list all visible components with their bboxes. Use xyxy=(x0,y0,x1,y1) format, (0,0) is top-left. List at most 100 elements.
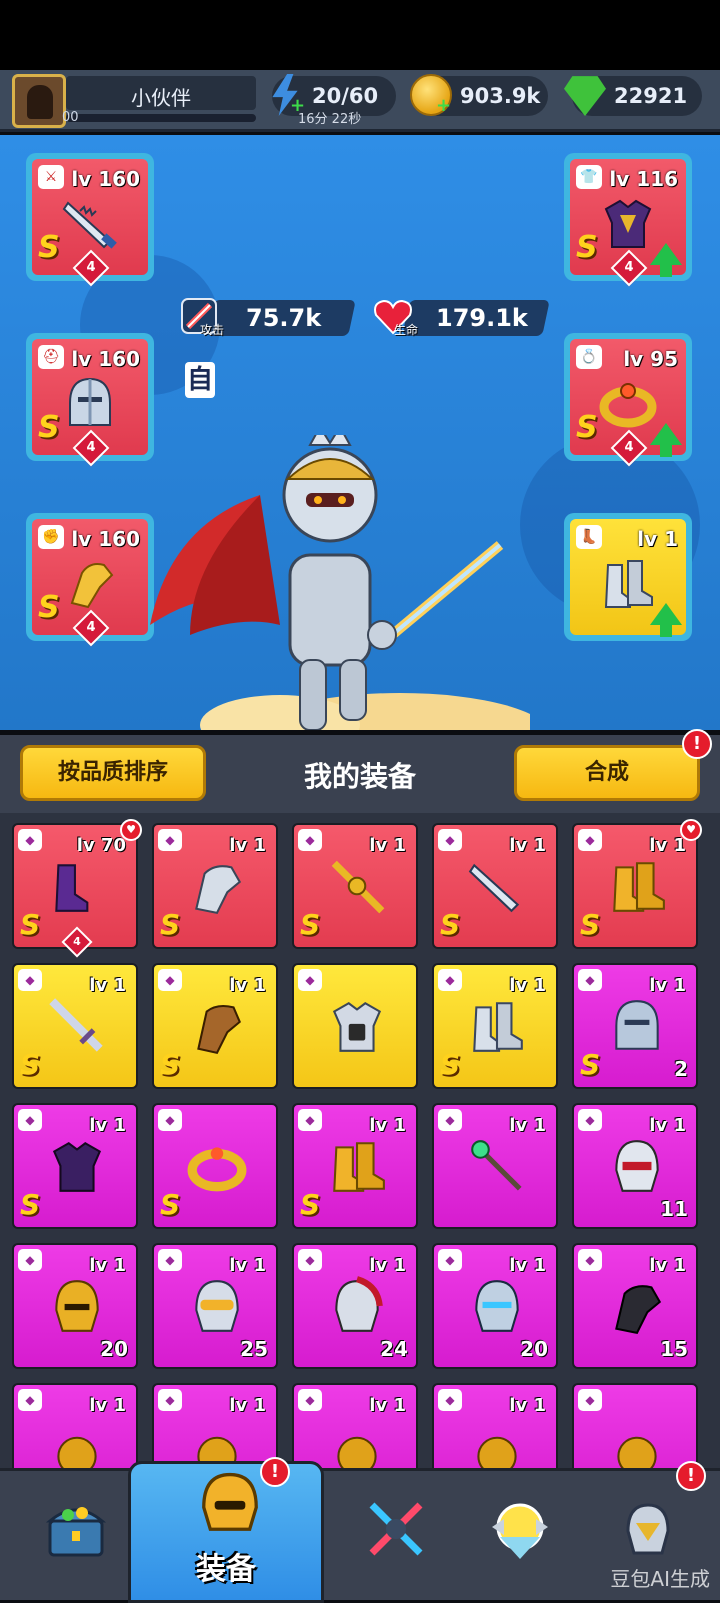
gem-icon xyxy=(564,76,606,116)
inventory-item-golden-boots[interactable]: ◆ lv 1 S ♥ xyxy=(572,819,702,949)
grade-badge: S xyxy=(20,1188,41,1221)
inventory-item-partial-item[interactable]: ◆ xyxy=(572,1383,698,1468)
grade-badge: S xyxy=(580,908,601,941)
golden-dagger-icon xyxy=(331,860,385,914)
item-count: 25 xyxy=(240,1337,268,1361)
merge-alert-badge: ! xyxy=(682,729,712,759)
gold-pill[interactable]: + 903.9k xyxy=(410,74,548,116)
purple-boots-icon xyxy=(55,864,89,912)
inventory-item-gold-visor-helmet[interactable]: ◆ lv 1 25 xyxy=(152,1243,278,1369)
knight-helmet-icon xyxy=(615,1000,659,1050)
silver-gauntlet-icon xyxy=(195,865,242,915)
item-type-icon: ◆ xyxy=(18,1249,42,1271)
nav-treasure-chest[interactable] xyxy=(14,1481,134,1601)
inventory-item-magic-staff[interactable]: ◆ lv 1 xyxy=(432,1103,558,1229)
knight-helmet-icon xyxy=(69,377,111,426)
treasure-chest-icon xyxy=(45,1507,107,1557)
item-level: lv 1 xyxy=(509,835,546,856)
item-type-icon: ◆ xyxy=(18,1109,42,1131)
item-type-icon: ◆ xyxy=(298,1249,322,1271)
grade-badge: S xyxy=(20,1048,41,1081)
inventory-item-locked-armor[interactable]: ◆ xyxy=(292,963,418,1089)
merge-button[interactable]: 合成 xyxy=(514,745,700,801)
equip-slot-armor[interactable]: 👕 lv 116 S 4 xyxy=(564,153,692,287)
item-level: lv 70 xyxy=(76,835,126,856)
inventory-item-dark-armor[interactable]: ◆ lv 1 S xyxy=(12,1103,138,1229)
inventory-item-golden-helmet[interactable]: ◆ lv 1 20 xyxy=(12,1243,138,1369)
inventory-item-golden-dagger[interactable]: ◆ lv 1 S xyxy=(292,823,418,949)
item-type-icon: ◆ xyxy=(158,1389,182,1411)
grade-badge: S xyxy=(580,1048,601,1081)
status-bar xyxy=(0,0,720,70)
inventory-item-golden-ring[interactable]: ◆ S xyxy=(152,1103,278,1229)
inventory-item-crimson-helmet[interactable]: ◆ lv 1 24 xyxy=(292,1243,418,1369)
auto-equip-button[interactable]: 自 xyxy=(185,362,215,398)
equip-slot-gloves[interactable]: ✊ lv 160 S 4 xyxy=(26,513,154,647)
gem-value: 22921 xyxy=(614,84,688,108)
inventory-item-partial-item[interactable]: ◆ lv 1 xyxy=(152,1383,278,1468)
attack-value: 75.7k xyxy=(246,304,322,332)
hero-stage: ⚔ lv 160 S 4 ⛑ lv 160 S 4 ✊ lv 160 S 4 👕… xyxy=(0,135,720,730)
inventory-item-brown-gauntlet[interactable]: ◆ lv 1 S xyxy=(152,963,278,1089)
inventory-item-longsword[interactable]: ◆ lv 1 S xyxy=(12,963,138,1089)
item-type-icon: ◆ xyxy=(578,1249,602,1271)
inventory-title: 我的装备 xyxy=(303,760,416,793)
inventory-item-knight-helmet[interactable]: ◆ lv 1 S 2 xyxy=(572,963,698,1089)
gold-value: 903.9k xyxy=(460,84,541,108)
equip-slot-ring[interactable]: 💍 lv 95 S 4 xyxy=(564,333,692,467)
helmet-type-icon: ⛑ xyxy=(38,345,64,369)
inventory-item-silver-gauntlet[interactable]: ◆ lv 1 S xyxy=(152,823,278,949)
partial-item-icon xyxy=(617,1436,657,1468)
nav-hero-core[interactable] xyxy=(458,1481,578,1601)
item-count: 2 xyxy=(674,1057,688,1081)
locked-armor-icon xyxy=(332,1002,382,1052)
item-level: lv 1 xyxy=(509,1115,546,1136)
magic-staff-icon xyxy=(471,1140,522,1191)
crossed-swords-icon xyxy=(369,1502,423,1556)
red-helmet-icon xyxy=(615,1140,659,1192)
boots-type-icon: 👢 xyxy=(576,525,602,549)
inventory-item-blue-helmet[interactable]: ◆ lv 1 20 xyxy=(432,1243,558,1369)
inventory-item-black-gauntlet[interactable]: ◆ lv 1 15 xyxy=(572,1243,698,1369)
equip-slot-boots[interactable]: 👢 lv 1 xyxy=(564,513,692,641)
item-level: lv 1 xyxy=(369,1395,406,1416)
partial-item-icon xyxy=(477,1436,517,1468)
black-gauntlet-icon xyxy=(615,1285,662,1335)
inventory-item-purple-boots[interactable]: ◆ lv 70 S 4 ♥ xyxy=(12,819,142,958)
nav-equipment[interactable]: 装备 xyxy=(128,1461,324,1603)
upgrade-arrow-icon xyxy=(650,243,682,277)
equip-slot-weapon[interactable]: ⚔ lv 160 S 4 xyxy=(26,153,154,287)
inventory-item-partial-item[interactable]: ◆ lv 1 xyxy=(12,1383,138,1468)
inventory-item-partial-item[interactable]: ◆ lv 1 xyxy=(432,1383,558,1468)
item-count: 20 xyxy=(520,1337,548,1361)
equip-slot-helmet[interactable]: ⛑ lv 160 S 4 xyxy=(26,333,154,467)
nav-battle[interactable] xyxy=(334,1481,454,1601)
gem-pill[interactable]: 22921 xyxy=(564,76,702,116)
player-avatar[interactable] xyxy=(12,74,66,128)
item-level: lv 1 xyxy=(509,975,546,996)
grade-badge: S xyxy=(440,1048,461,1081)
armor-type-icon: 👕 xyxy=(576,165,602,189)
inventory-item-saw-blade-sword[interactable]: ◆ lv 1 S xyxy=(432,823,558,949)
add-gold-icon[interactable]: + xyxy=(436,97,452,115)
energy-timer: 16分 22秒 xyxy=(298,112,362,127)
item-type-icon: ◆ xyxy=(158,1249,182,1271)
inventory-item-red-helmet[interactable]: ◆ lv 1 11 xyxy=(572,1103,698,1229)
item-type-icon: ◆ xyxy=(298,1389,322,1411)
inventory-item-golden-boots[interactable]: ◆ lv 1 S xyxy=(292,1103,418,1229)
hp-label: 生命 xyxy=(394,323,419,337)
inventory-item-partial-item[interactable]: ◆ lv 1 xyxy=(292,1383,418,1468)
weapon-type-icon: ⚔ xyxy=(38,165,64,189)
glove-type-icon: ✊ xyxy=(38,525,64,549)
sort-by-quality-button[interactable]: 按品质排序 xyxy=(20,745,206,801)
inventory-item-silver-boots[interactable]: ◆ lv 1 S xyxy=(432,963,558,1089)
favorite-heart-icon: ♥ xyxy=(680,819,702,841)
inventory-header: 按品质排序 我的装备 合成 ! xyxy=(0,729,720,813)
hp-value: 179.1k xyxy=(436,304,528,332)
item-level: lv 1 xyxy=(649,835,686,856)
item-level: lv 1 xyxy=(229,1395,266,1416)
golden-ring-icon xyxy=(599,383,657,428)
item-count: 24 xyxy=(380,1337,408,1361)
item-level: lv 1 xyxy=(369,1115,406,1136)
grade-badge: S xyxy=(160,1188,181,1221)
